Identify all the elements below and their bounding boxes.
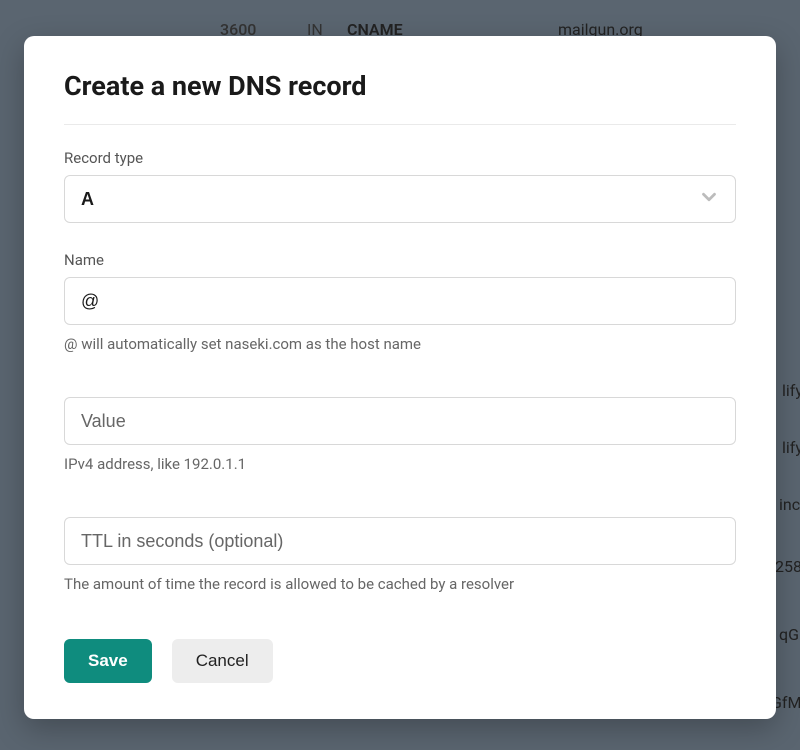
record-type-label: Record type [64,149,736,167]
name-label: Name [64,251,736,269]
name-field-group: Name @ will automatically set naseki.com… [64,251,736,353]
record-type-select[interactable]: A [64,175,736,223]
ttl-helper: The amount of time the record is allowed… [64,575,736,593]
create-dns-record-modal: Create a new DNS record Record type A Na… [24,36,776,719]
bg-frag: inc [779,495,800,514]
bg-frag: lify [782,438,800,457]
record-type-select-wrap: A [64,175,736,223]
record-type-field: Record type A [64,149,736,223]
value-input[interactable] [64,397,736,445]
value-field-group: IPv4 address, like 192.0.1.1 [64,397,736,473]
cancel-button[interactable]: Cancel [172,639,273,683]
bg-frag: qG [779,625,799,644]
modal-title: Create a new DNS record [64,70,736,102]
button-row: Save Cancel [64,639,736,683]
name-input[interactable] [64,277,736,325]
value-helper: IPv4 address, like 192.0.1.1 [64,455,736,473]
bg-frag: lify [782,381,800,400]
save-button[interactable]: Save [64,639,152,683]
ttl-input[interactable] [64,517,736,565]
ttl-field-group: The amount of time the record is allowed… [64,517,736,593]
bg-frag: 258 [775,557,800,576]
divider [64,124,736,125]
name-helper: @ will automatically set naseki.com as t… [64,335,736,353]
